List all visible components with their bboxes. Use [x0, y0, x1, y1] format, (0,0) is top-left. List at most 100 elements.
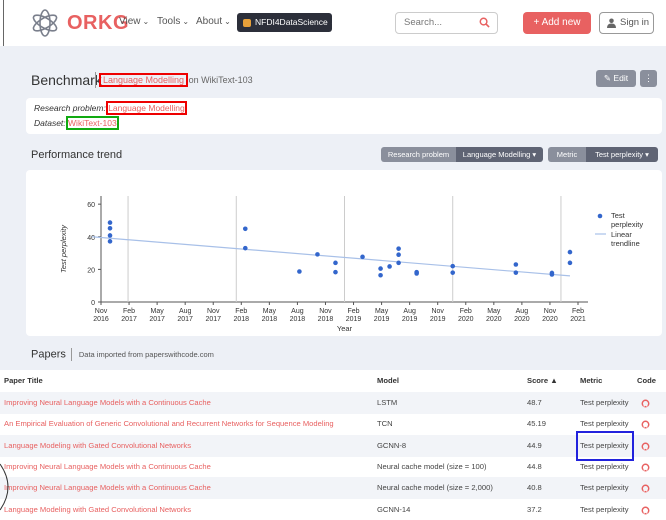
search-input[interactable]	[404, 17, 474, 28]
data-point	[242, 245, 248, 251]
metric-cell: Test perplexity	[580, 483, 629, 493]
research-problem-link[interactable]: Language Modelling	[106, 101, 187, 115]
paper-title-link[interactable]: Improving Neural Language Models with a …	[4, 477, 372, 499]
trendline	[91, 236, 571, 277]
x-tick-label: May	[151, 308, 165, 315]
filter-problem-dropdown[interactable]: Language Modelling ▾	[456, 147, 543, 162]
chevron-down-icon: ⌄	[182, 17, 190, 26]
x-tick-label: 2016	[93, 316, 109, 323]
metric-cell: Test perplexity	[576, 430, 634, 461]
paper-title-link[interactable]: Language Modeling with Gated Convolution…	[4, 499, 372, 520]
table-row: An Empirical Evaluation of Generic Convo…	[0, 413, 666, 435]
more-button[interactable]: ⋮	[640, 70, 657, 87]
sign-in-button[interactable]: Sign in	[599, 12, 654, 34]
data-point	[450, 263, 456, 269]
x-tick-label: Aug	[403, 308, 416, 315]
score-cell: 44.9	[527, 440, 542, 450]
metric-cell: Test perplexity	[580, 419, 629, 429]
x-tick-label: 2017	[149, 316, 165, 323]
data-point	[396, 246, 401, 251]
x-tick-label: Feb	[572, 308, 584, 315]
table-row: Language Modeling with Gated Convolution…	[0, 430, 666, 461]
x-tick-label: Feb	[235, 308, 247, 315]
nfdi-dropdown[interactable]: NFDI4DataScience ⌄	[237, 13, 337, 32]
x-tick-label: 2018	[234, 316, 250, 323]
performance-chart: 0204060Nov2016Feb2017May2017Aug2017Nov20…	[59, 196, 643, 333]
metric-cell: Test perplexity	[580, 504, 629, 514]
x-tick-label: May	[487, 308, 501, 315]
data-point	[567, 260, 573, 266]
problem-link[interactable]: Language Modelling	[98, 73, 189, 87]
caret-down-icon: ▾	[530, 150, 537, 159]
nav-view[interactable]: View ⌄	[119, 16, 149, 27]
paper-title-link[interactable]: Improving Neural Language Models with a …	[4, 456, 372, 478]
nav-tools-label: Tools	[157, 16, 181, 27]
x-tick-label: 2018	[318, 316, 334, 323]
paper-title-link[interactable]: Language Modeling with Gated Convolution…	[4, 435, 372, 457]
paper-title-link[interactable]: Improving Neural Language Models with a …	[4, 392, 372, 414]
code-link[interactable]	[641, 499, 653, 520]
filter-problem-value: Language Modelling	[462, 150, 531, 159]
col-code[interactable]: Code	[637, 370, 657, 392]
data-point	[333, 269, 338, 275]
table-row: Improving Neural Language Models with a …	[0, 477, 666, 500]
papers-title: Papers	[31, 348, 66, 361]
chevron-down-icon: ⌄	[327, 17, 338, 27]
table-header-row: Paper Title Model Score ▲ Metric Code	[0, 370, 666, 392]
search-icon[interactable]	[479, 17, 490, 28]
metric-cell: Test perplexity	[580, 398, 629, 407]
model-cell: Neural cache model (size = 100)	[377, 461, 487, 471]
data-point	[567, 249, 573, 255]
nav-about-label: About	[196, 16, 223, 27]
data-point	[107, 225, 113, 231]
x-tick-label: 2017	[205, 316, 221, 323]
score-cell: 48.7	[527, 398, 542, 407]
papers-header: Papers Data imported from paperswithcode.…	[31, 348, 214, 361]
dataset-link[interactable]: WikiText-103	[66, 116, 119, 130]
nav-about[interactable]: About ⌄	[196, 16, 231, 27]
x-tick-label: 2021	[570, 316, 586, 323]
x-tick-label: 2020	[514, 316, 530, 323]
paper-title-link[interactable]: An Empirical Evaluation of Generic Convo…	[4, 413, 372, 435]
nfdi-label: NFDI4DataScience	[255, 17, 328, 27]
benchmark-subtitle: Language Modelling on WikiText-103	[98, 73, 253, 87]
data-point	[513, 262, 519, 267]
github-icon	[641, 420, 650, 429]
col-metric[interactable]: Metric	[580, 370, 630, 392]
research-problem-label: Research problem:	[34, 103, 106, 113]
filter-metric-dropdown[interactable]: Test perplexity ▾	[586, 147, 658, 162]
search-box[interactable]	[395, 12, 498, 34]
legend-label-trend: Linear	[611, 230, 632, 239]
top-navbar: ORKG View ⌄ Tools ⌄ About ⌄ NFDI4DataScienc…	[0, 0, 666, 46]
col-score[interactable]: Score ▲	[527, 370, 567, 392]
window-edge	[3, 0, 4, 46]
x-tick-label: 2018	[290, 316, 306, 323]
y-tick-label: 60	[87, 202, 95, 209]
papers-subtitle: Data imported from paperswithcode.com	[78, 350, 214, 360]
add-new-button[interactable]: + Add new	[523, 12, 591, 34]
github-icon	[641, 442, 650, 451]
col-model[interactable]: Model	[377, 370, 527, 392]
research-problem-line: Research problem: Language Modelling	[34, 101, 187, 115]
edit-label: Edit	[613, 73, 629, 83]
data-point	[450, 270, 456, 275]
col-paper-title[interactable]: Paper Title	[4, 370, 372, 392]
nfdi-logo-icon	[243, 19, 251, 27]
edit-button[interactable]: ✎ Edit	[596, 70, 636, 87]
papers-divider	[70, 348, 72, 361]
x-tick-label: 2020	[486, 316, 502, 323]
github-icon	[641, 484, 650, 493]
title-divider	[95, 72, 96, 88]
data-point	[396, 252, 401, 258]
data-point	[315, 252, 320, 257]
data-point	[297, 269, 302, 274]
nav-tools[interactable]: Tools ⌄	[157, 16, 189, 27]
filter-metric-value: Test perplexity	[595, 150, 644, 159]
orkg-logo-icon[interactable]	[30, 8, 60, 38]
data-point	[333, 260, 338, 266]
legend-label-points: Test	[611, 211, 626, 220]
data-point	[414, 271, 419, 276]
x-tick-label: Feb	[123, 308, 135, 315]
score-cell: 45.19	[527, 419, 547, 429]
data-point	[107, 233, 113, 238]
